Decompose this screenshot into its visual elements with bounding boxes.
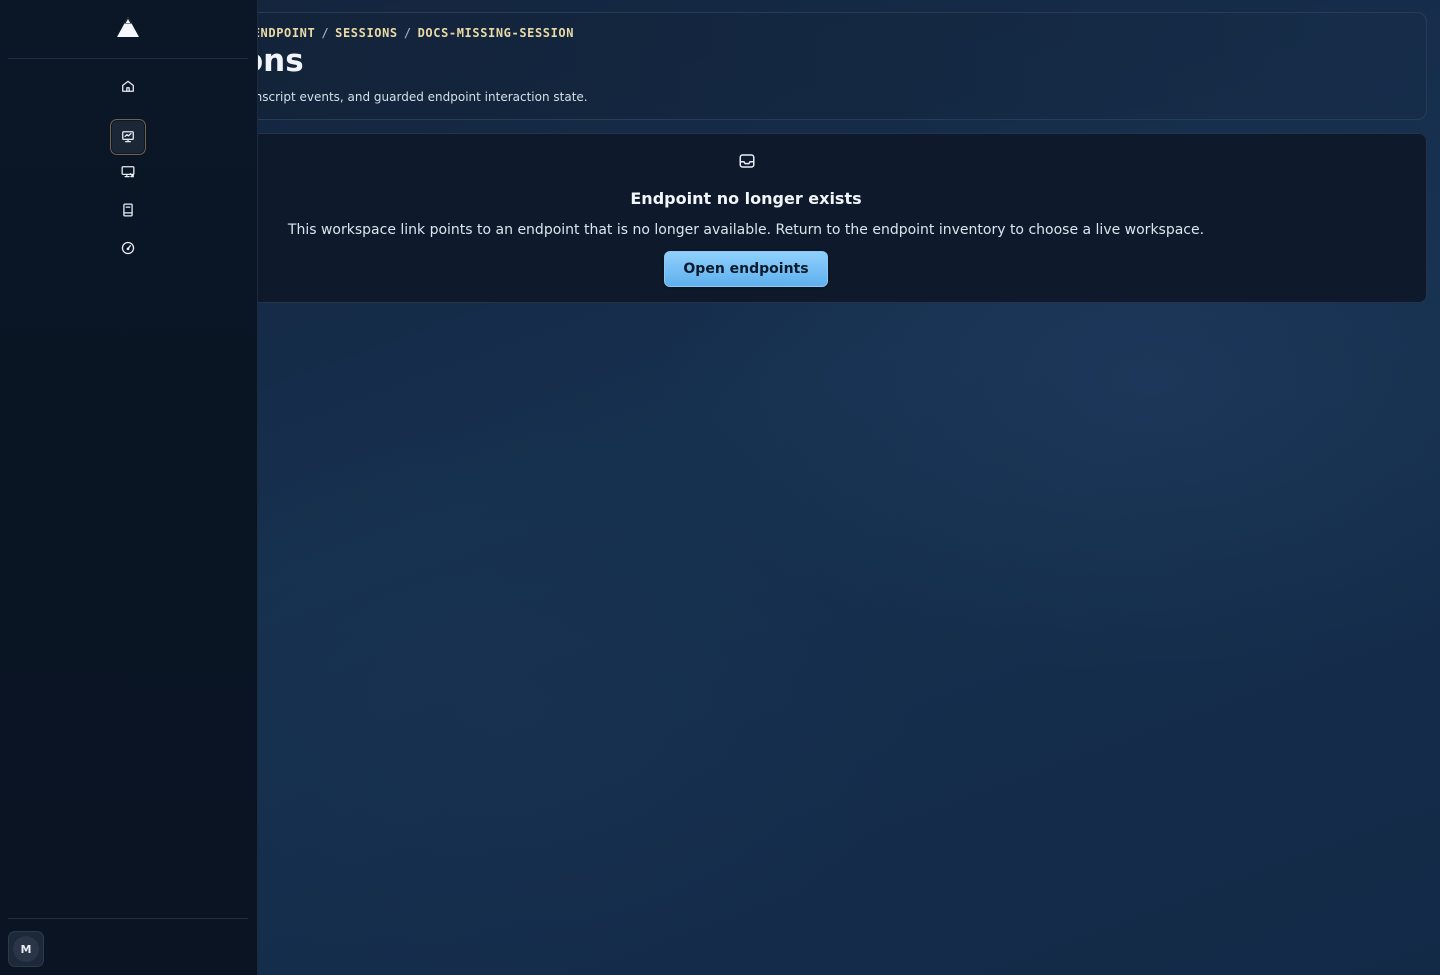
avatar-initial: M [13,936,39,962]
gauge-icon [121,241,135,255]
sidebar-item-dashboard[interactable] [110,230,146,266]
breadcrumb-separator: / [321,26,330,40]
breadcrumb-separator: / [403,26,412,40]
sidebar-item-endpoints[interactable] [110,154,146,190]
empty-state-description: This workspace link points to an endpoin… [287,222,1205,238]
sidebar-item-home[interactable] [110,68,146,104]
page-header: DOCS-MISSING-ENDPOINT/SESSIONS/DOCS-MISS… [150,12,1427,120]
book-icon [123,203,133,217]
breadcrumb-session[interactable]: DOCS-MISSING-SESSION [418,26,575,40]
empty-state-card: Endpoint no longer exists This workspace… [150,133,1427,303]
open-endpoints-button[interactable]: Open endpoints [664,251,828,287]
user-avatar[interactable]: M [8,931,44,967]
sidebar-item-sessions[interactable] [110,119,146,155]
presentation-monitor-icon [122,131,134,143]
empty-state-title: Endpoint no longer exists [630,189,862,208]
inbox-icon [739,154,755,168]
breadcrumb-sessions[interactable]: SESSIONS [335,26,398,40]
sidebar-divider [8,58,248,59]
sidebar: M [0,0,258,975]
home-icon [122,80,134,92]
sidebar-item-docs[interactable] [110,192,146,228]
monitor-remote-icon [121,166,135,178]
sidebar-divider [8,918,248,919]
mountain-logo-icon[interactable] [116,16,140,38]
